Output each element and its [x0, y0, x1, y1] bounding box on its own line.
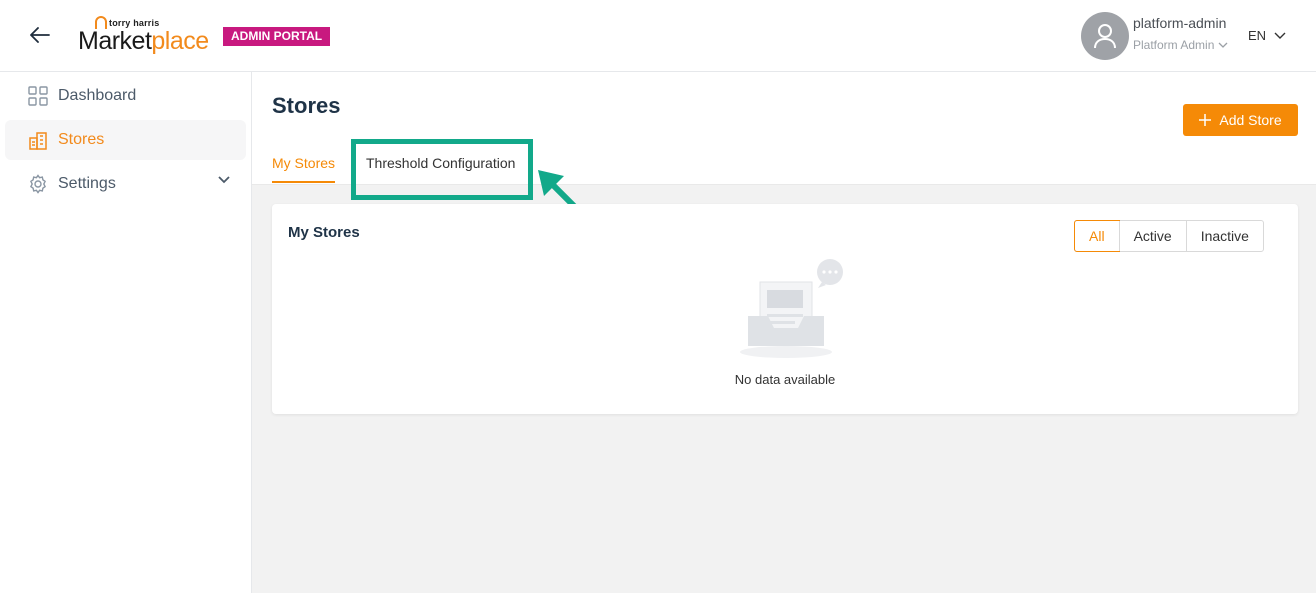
- user-avatar[interactable]: [1081, 12, 1129, 60]
- user-role-dropdown[interactable]: Platform Admin: [1133, 38, 1228, 52]
- sidebar-item-settings[interactable]: Settings: [5, 164, 246, 204]
- main-content: Stores Add Store My Stores Threshold Con…: [252, 72, 1316, 593]
- user-role-label: Platform Admin: [1133, 38, 1215, 52]
- filter-inactive[interactable]: Inactive: [1185, 221, 1263, 251]
- highlight-annotation-box: [351, 139, 533, 200]
- status-filter: All Active Inactive: [1074, 220, 1264, 252]
- add-store-button[interactable]: Add Store: [1183, 104, 1298, 136]
- sidebar-item-label: Stores: [58, 131, 105, 148]
- sidebar: Dashboard Stores Settings: [0, 72, 252, 593]
- tab-my-stores[interactable]: My Stores: [272, 155, 336, 183]
- language-selector[interactable]: EN: [1248, 28, 1286, 43]
- sidebar-item-dashboard[interactable]: Dashboard: [5, 76, 246, 116]
- chevron-down-icon: [1274, 32, 1286, 39]
- chevron-down-icon: [1218, 42, 1228, 48]
- store-icon: [28, 130, 48, 150]
- sidebar-item-label: Settings: [58, 175, 116, 192]
- sidebar-item-stores[interactable]: Stores: [5, 120, 246, 160]
- page-title: Stores: [272, 93, 341, 118]
- filter-all[interactable]: All: [1074, 220, 1120, 252]
- page-header: Stores Add Store My Stores Threshold Con…: [252, 72, 1316, 200]
- user-name[interactable]: platform-admin: [1133, 15, 1226, 31]
- gear-icon: [28, 174, 48, 194]
- brand-name-prefix: Market: [78, 27, 152, 55]
- top-header: torry harris Marketplace ADMIN PORTAL pl…: [0, 0, 1316, 72]
- brand-name-accent: place: [151, 27, 209, 55]
- card-title: My Stores: [288, 224, 360, 241]
- back-arrow-icon[interactable]: [27, 22, 53, 48]
- grid-icon: [28, 86, 48, 106]
- brand-name: Marketplace: [78, 27, 209, 56]
- filter-active[interactable]: Active: [1118, 221, 1186, 251]
- add-store-label: Add Store: [1219, 112, 1282, 128]
- plus-icon: [1199, 114, 1212, 126]
- empty-state-text: No data available: [734, 372, 836, 387]
- admin-portal-badge: ADMIN PORTAL: [223, 27, 331, 46]
- my-stores-card: My Stores All Active Inactive No data av…: [272, 204, 1298, 414]
- marketplace-logo[interactable]: torry harris Marketplace: [78, 14, 210, 58]
- language-label: EN: [1248, 28, 1267, 43]
- sidebar-item-label: Dashboard: [58, 87, 137, 104]
- chevron-down-icon[interactable]: [218, 176, 230, 184]
- empty-inbox-icon: [740, 259, 843, 358]
